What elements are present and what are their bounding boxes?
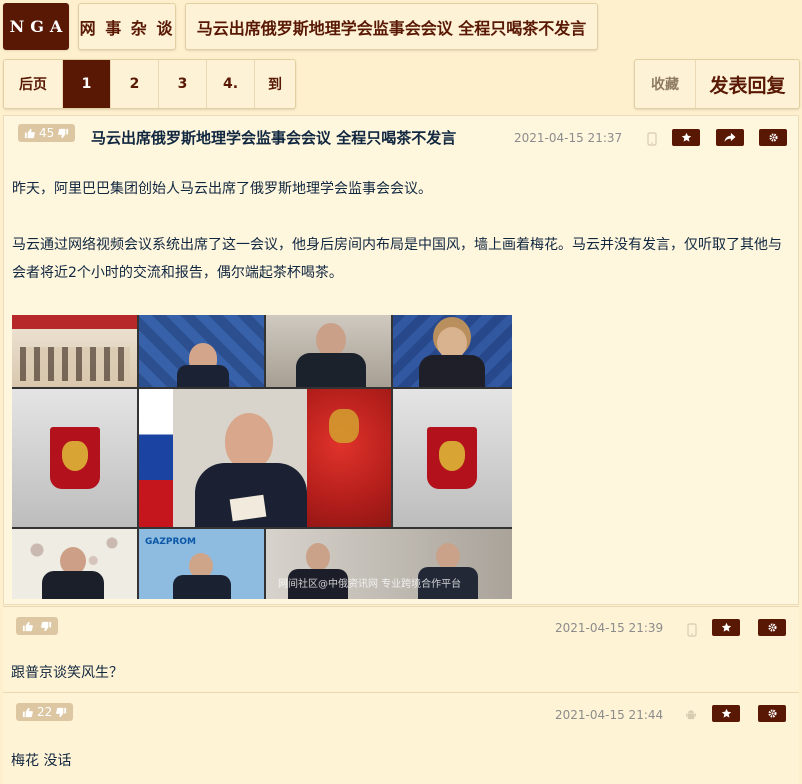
jack-ma-tile: [12, 529, 137, 599]
post-header: 45 马云出席俄罗斯地理学会监事会会议 全程只喝茶不发言 2021-04-15 …: [4, 116, 798, 150]
thread-title-text: 马云出席俄罗斯地理学会监事会会议 全程只喝茶不发言: [196, 18, 587, 38]
favorite-button[interactable]: 收藏: [635, 60, 696, 108]
android-icon: [686, 710, 696, 720]
post-time: 2021-04-15 21:37: [514, 131, 623, 145]
favorite-star-icon[interactable]: [712, 705, 740, 722]
pagination: 后页 1 2 3 4. 到: [3, 59, 296, 109]
video-tile: [266, 315, 391, 387]
post-image[interactable]: GAZPROM 网间社区@中俄资讯网 专业跨境合作平台: [12, 315, 512, 599]
reply-content: 梅花 没话: [11, 753, 72, 769]
thumbs-down-icon[interactable]: [41, 621, 52, 632]
video-tile: [139, 315, 264, 387]
post-reply-button[interactable]: 发表回复: [696, 60, 799, 108]
reply-post-1: 2021-04-15 21:39 跟普京谈笑风生？: [3, 606, 799, 692]
post-paragraph-1: 昨天，阿里巴巴集团创始人马云出席了俄罗斯地理学会监事会会议。: [12, 181, 432, 197]
post-paragraph-2: 马云通过网络视频会议系统出席了这一会议，他身后房间内布局是中国风，墙上画着梅花。…: [12, 237, 782, 281]
gazprom-logo-text: GAZPROM: [145, 537, 197, 547]
page-4-button[interactable]: 4.: [207, 60, 255, 108]
video-tile: GAZPROM: [139, 529, 264, 599]
thumbs-up-icon[interactable]: [22, 621, 33, 632]
settings-gear-icon[interactable]: [759, 129, 787, 146]
main-post: 45 马云出席俄罗斯地理学会监事会会议 全程只喝茶不发言 2021-04-15 …: [3, 115, 799, 605]
share-icon[interactable]: [716, 129, 744, 146]
russian-emblem-tile: [12, 389, 137, 527]
settings-gear-icon[interactable]: [758, 619, 786, 636]
thumbs-down-icon[interactable]: [56, 707, 67, 718]
nga-logo[interactable]: NGA: [3, 3, 69, 50]
post-time: 2021-04-15 21:44: [555, 708, 664, 722]
thread-actions: 收藏 发表回复: [634, 59, 800, 109]
thumbs-down-icon[interactable]: [58, 128, 69, 139]
post-time: 2021-04-15 21:39: [555, 621, 664, 635]
thumbs-up-icon[interactable]: [22, 707, 33, 718]
favorite-star-icon[interactable]: [712, 619, 740, 636]
goto-page-button[interactable]: 到: [255, 60, 295, 108]
reply-content: 跟普京谈笑风生？: [11, 665, 123, 681]
russian-emblem-tile: [393, 389, 512, 527]
post-title: 马云出席俄罗斯地理学会监事会会议 全程只喝茶不发言: [91, 129, 457, 147]
mobile-device-icon: [687, 623, 697, 637]
page-2-button[interactable]: 2: [111, 60, 159, 108]
page-1-button[interactable]: 1: [63, 60, 111, 108]
thread-title-link[interactable]: 马云出席俄罗斯地理学会监事会会议 全程只喝茶不发言: [185, 3, 598, 50]
mobile-device-icon: [647, 132, 657, 146]
image-watermark: 网间社区@中俄资讯网 专业跨境合作平台: [278, 579, 462, 590]
settings-gear-icon[interactable]: [758, 705, 786, 722]
video-tile: [393, 315, 512, 387]
reply-post-2: 22 2021-04-15 21:44 梅花 没话: [3, 692, 799, 784]
main-speaker-tile: [139, 389, 391, 527]
vote-widget: 45: [18, 124, 76, 142]
vote-widget: 22: [16, 703, 74, 721]
logo-text: NGA: [9, 17, 69, 36]
video-tile: [12, 315, 137, 387]
vote-widget: [16, 617, 58, 635]
prev-page-button[interactable]: 后页: [4, 60, 63, 108]
forum-link[interactable]: 网 事 杂 谈: [78, 3, 176, 50]
page-3-button[interactable]: 3: [159, 60, 207, 108]
forum-name: 网 事 杂 谈: [79, 18, 175, 38]
favorite-star-icon[interactable]: [672, 129, 700, 146]
vote-count: 45: [39, 126, 55, 140]
thumbs-up-icon[interactable]: [24, 128, 35, 139]
vote-count: 22: [37, 705, 53, 719]
